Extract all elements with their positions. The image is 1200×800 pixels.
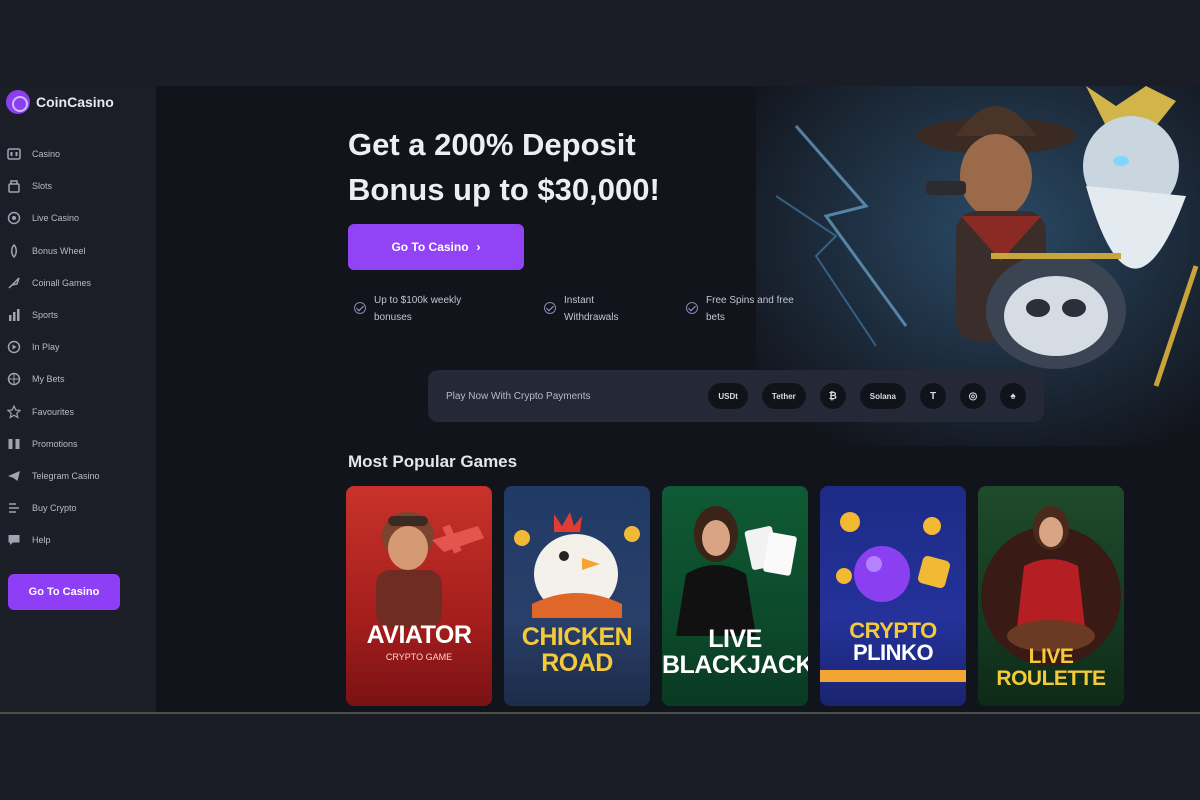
sidebar-item-label: Telegram Casino	[32, 470, 100, 481]
perk-item: Instant Withdrawals	[544, 292, 664, 326]
plinko-artwork	[820, 512, 966, 682]
sidebar: CoinCasino Casino Slots Live Casino Bonu…	[0, 86, 156, 712]
game-card-chicken-road[interactable]: CHICKEN ROAD	[504, 486, 650, 706]
sidebar-item-promotions[interactable]: Promotions	[6, 428, 150, 460]
sidebar-item-label: Promotions	[32, 438, 78, 449]
sidebar-item-label: Slots	[32, 181, 53, 192]
sidebar-item-label: Coinall Games	[32, 277, 92, 288]
wallet-icon	[6, 500, 22, 516]
sidebar-item-label: In Play	[32, 342, 60, 353]
sidebar-item-my-bets[interactable]: My Bets	[6, 363, 150, 395]
gift-icon	[6, 436, 22, 452]
perk-text-line1: Up to $100k weekly	[374, 295, 462, 306]
sidebar-item-label: Sports	[32, 310, 59, 321]
game-title-line2: PLINKO	[852, 640, 934, 665]
check-circle-icon	[686, 302, 698, 314]
sidebar-item-slots[interactable]: Slots	[6, 170, 150, 202]
tether-payment-chip[interactable]: Tether	[761, 383, 806, 409]
hero-cta-label: Go To Casino	[391, 240, 469, 254]
screenshot-top-border	[0, 0, 1200, 86]
sidebar-item-label: Live Casino	[32, 213, 80, 224]
play-icon	[6, 339, 22, 355]
bets-icon	[6, 371, 22, 387]
sidebar-item-label: My Bets	[32, 374, 65, 385]
check-circle-icon	[544, 302, 556, 314]
perk-text-line2: bets	[706, 312, 725, 323]
main-content: Get a 200% Deposit Bonus up to $30,000! …	[156, 86, 1200, 712]
payments-label: Play Now With Crypto Payments	[446, 390, 591, 402]
dealer-icon	[6, 210, 22, 226]
game-title-line1: AVIATOR	[366, 621, 472, 649]
hero-title-line1: Get a 200% Deposit	[348, 127, 636, 162]
trophy-icon	[6, 307, 22, 323]
perk-text-line2: Withdrawals	[564, 312, 619, 323]
game-card-aviator[interactable]: AVIATOR CRYPTO GAME	[346, 486, 492, 706]
slot-machine-icon	[6, 146, 22, 162]
sidebar-item-help[interactable]: Help	[6, 524, 150, 556]
game-card-crypto-plinko[interactable]: CRYPTO PLINKO	[820, 486, 966, 706]
sidebar-item-label: Casino	[32, 149, 61, 160]
sidebar-item-sports[interactable]: Sports	[6, 299, 150, 331]
most-popular-games-title: Most Popular Games	[348, 452, 518, 471]
game-title-line2: BLACKJACK	[662, 651, 808, 679]
game-title-line1: LIVE	[708, 625, 762, 653]
game-title-line1: CHICKEN	[521, 623, 633, 651]
sidebar-nav: Casino Slots Live Casino Bonus Wheel Coi…	[6, 138, 150, 556]
sidebar-item-label: Favourites	[32, 406, 75, 417]
brand-name: CoinCasino	[36, 94, 114, 110]
sidebar-item-label: Buy Crypto	[32, 503, 77, 514]
rocket-icon	[6, 275, 22, 291]
sidebar-item-casino[interactable]: Casino	[6, 138, 150, 170]
brand-logo[interactable]: CoinCasino	[6, 90, 114, 114]
wheel-icon	[6, 243, 22, 259]
sidebar-item-label: Help	[32, 535, 51, 546]
sidebar-item-bonus-wheel[interactable]: Bonus Wheel	[6, 235, 150, 267]
screenshot-bottom-border	[0, 712, 1200, 800]
sidebar-item-coinall-games[interactable]: Coinall Games	[6, 267, 150, 299]
spade-icon[interactable]: ♠	[1000, 383, 1026, 409]
game-title-line2: CRYPTO GAME	[385, 652, 453, 662]
crypto-payments-bar: Play Now With Crypto Payments USDt Tethe…	[428, 370, 1044, 422]
popular-games-row: AVIATOR CRYPTO GAME CHICKEN ROAD LIVE BL…	[346, 486, 1124, 706]
bitcoin-icon[interactable]: ₿	[819, 383, 846, 409]
perk-text-line2: bonuses	[374, 312, 412, 323]
sidebar-item-buy-crypto[interactable]: Buy Crypto	[6, 492, 150, 524]
hero-perks: Up to $100k weekly bonuses Instant Withd…	[354, 292, 854, 326]
app-window: CoinCasino Casino Slots Live Casino Bonu…	[0, 86, 1200, 712]
hero-title-line2: Bonus up to $30,000!	[348, 172, 660, 207]
sidebar-item-telegram-casino[interactable]: Telegram Casino	[6, 460, 150, 492]
game-title-line2: ROAD	[541, 649, 613, 677]
aviator-artwork	[376, 512, 484, 628]
perk-text-line1: Instant	[564, 295, 595, 306]
solana-payment-chip[interactable]: Solana	[859, 383, 906, 409]
perk-item: Free Spins and free bets	[686, 292, 854, 326]
perk-text-line1: Free Spins and free	[706, 295, 794, 306]
game-title-line2: ROULETTE	[996, 667, 1106, 690]
chat-icon	[6, 532, 22, 548]
telegram-icon	[6, 468, 22, 484]
coin-icon[interactable]: ◎	[960, 383, 986, 409]
usdt-payment-chip[interactable]: USDt	[708, 383, 748, 409]
sidebar-item-favourites[interactable]: Favourites	[6, 396, 150, 428]
star-icon	[6, 404, 22, 420]
payment-methods: USDt Tether ₿ Solana T ◎ ♠	[708, 383, 1026, 409]
hero-go-to-casino-button[interactable]: Go To Casino ›	[348, 224, 524, 270]
chevron-right-icon: ›	[476, 240, 481, 254]
cherry-icon	[6, 178, 22, 194]
game-card-live-blackjack[interactable]: LIVE BLACKJACK	[662, 486, 808, 706]
sidebar-item-live-casino[interactable]: Live Casino	[6, 202, 150, 234]
tron-icon[interactable]: T	[920, 383, 946, 409]
coin-logo-icon	[6, 90, 30, 114]
perk-item: Up to $100k weekly bonuses	[354, 292, 522, 326]
sidebar-item-in-play[interactable]: In Play	[6, 331, 150, 363]
check-circle-icon	[354, 302, 366, 314]
sidebar-go-to-casino-button[interactable]: Go To Casino	[8, 574, 120, 610]
hero-title: Get a 200% Deposit Bonus up to $30,000!	[348, 122, 768, 212]
sidebar-item-label: Bonus Wheel	[32, 245, 86, 256]
game-card-live-roulette[interactable]: LIVE ROULETTE	[978, 486, 1124, 706]
